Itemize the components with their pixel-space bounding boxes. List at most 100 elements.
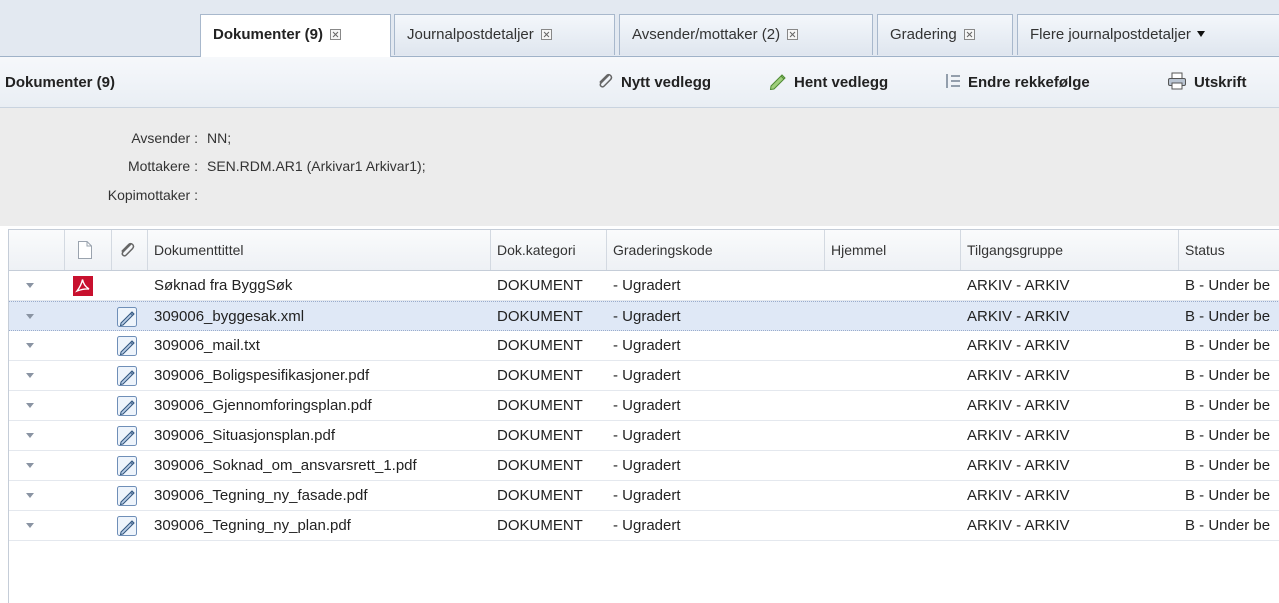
close-icon[interactable] [963,29,975,40]
row-menu-icon[interactable] [26,523,34,528]
document-icon [78,241,92,259]
cell-dokkategori: DOKUMENT [497,397,583,414]
header-dokumenttittel[interactable]: Dokumenttittel [148,230,491,270]
documents-grid: Dokumenttittel Dok.kategori Graderingsko… [8,229,1279,603]
close-icon[interactable] [787,29,799,40]
cell-tilgangsgruppe: ARKIV - ARKIV [967,277,1070,294]
cell-dokkategori: DOKUMENT [497,487,583,504]
cell-graderingskode: - Ugradert [613,457,681,474]
table-row[interactable]: 309006_Boligspesifikasjoner.pdf DOKUMENT -… [9,361,1279,391]
close-icon[interactable] [540,29,552,40]
cell-status: B - Under be [1185,487,1271,504]
header-attachment-col[interactable] [112,230,148,270]
table-row[interactable]: 309006_Tegning_ny_plan.pdf DOKUMENT - Ugra… [9,511,1279,541]
mottakere-value: SEN.RDM.AR1 (Arkivar1 Arkivar1); [207,158,426,174]
cell-status: B - Under be [1185,367,1271,384]
table-row[interactable]: 309006_Situasjonsplan.pdf DOKUMENT - Ugrad… [9,421,1279,451]
cell-hjemmel [825,302,961,331]
table-row[interactable]: Søknad fra ByggSøk DOKUMENT - Ugradert ARKI… [9,271,1279,301]
pdf-icon[interactable] [73,276,93,300]
header-hjemmel[interactable]: Hjemmel [825,230,961,270]
hent-vedlegg-button[interactable]: Hent vedlegg [769,57,888,109]
row-menu-icon[interactable] [26,493,34,498]
cell-dokkategori: DOKUMENT [497,367,583,384]
row-menu-icon[interactable] [26,403,34,408]
cell-tilgangsgruppe: ARKIV - ARKIV [967,457,1070,474]
table-row[interactable]: 309006_byggesak.xml DOKUMENT - Ugradert ARK… [9,301,1279,331]
row-menu-icon[interactable] [26,343,34,348]
tab-dokumenter-label: Dokumenter (9) [213,26,324,43]
attachment-icon[interactable] [117,307,137,331]
paperclip-icon [121,242,135,257]
table-row[interactable]: 309006_Soknad_om_ansvarsrett_1.pdf DOKUME… [9,451,1279,481]
endre-rekkefolge-button[interactable]: Endre rekkefølge [945,57,1090,109]
tab-avsender-mottaker[interactable]: Avsender/mottaker (2) [619,14,873,55]
header-tilgangsgruppe[interactable]: Tilgangsgruppe [961,230,1179,270]
cell-status: B - Under be [1185,427,1271,444]
cell-hjemmel [825,271,961,300]
panel-title: Dokumenter (9) [5,74,116,91]
recipients-info: Avsender : NN; Mottakere : SEN.RDM.AR1 (… [0,108,1279,226]
document-toolbar: Dokumenter (9) Nytt vedlegg Hent vedlegg… [0,57,1279,108]
cell-dokumenttittel: 309006_mail.txt [154,337,260,354]
cell-status: B - Under be [1185,457,1271,474]
cell-hjemmel [825,451,961,480]
cell-graderingskode: - Ugradert [613,517,681,534]
attachment-icon[interactable] [117,516,137,540]
nytt-vedlegg-button[interactable]: Nytt vedlegg [596,57,711,109]
row-menu-icon[interactable] [26,283,34,288]
attachment-icon[interactable] [117,456,137,480]
hent-vedlegg-label: Hent vedlegg [794,74,889,91]
cell-graderingskode: - Ugradert [613,337,681,354]
header-dokkategori[interactable]: Dok.kategori [491,230,607,270]
close-icon[interactable] [330,29,342,40]
cell-graderingskode: - Ugradert [613,427,681,444]
cell-status: B - Under be [1185,397,1271,414]
row-menu-icon[interactable] [26,463,34,468]
endre-rekkefolge-label: Endre rekkefølge [968,74,1090,91]
row-menu-icon[interactable] [26,314,34,319]
cell-graderingskode: - Ugradert [613,367,681,384]
attachment-icon[interactable] [117,396,137,420]
cell-hjemmel [825,481,961,510]
tab-flere-journalpostdetaljer[interactable]: Flere journalpostdetaljer [1017,14,1279,55]
tab-journalpostdetaljer[interactable]: Journalpostdetaljer [394,14,615,55]
grid-header: Dokumenttittel Dok.kategori Graderingsko… [9,230,1279,271]
tab-strip: Dokumenter (9) Journalpostdetaljer Avsen… [0,0,1279,57]
tab-journalpostdetaljer-label: Journalpostdetaljer [407,26,534,43]
cell-graderingskode: - Ugradert [613,397,681,414]
cell-graderingskode: - Ugradert [613,308,681,325]
tab-flere-journalpostdetaljer-label: Flere journalpostdetaljer [1030,26,1191,43]
mottakere-label: Mottakere : [127,158,198,174]
header-document-col[interactable] [65,230,112,270]
attachment-icon[interactable] [117,426,137,450]
tab-gradering[interactable]: Gradering [877,14,1013,55]
row-menu-icon[interactable] [26,433,34,438]
utskrift-button[interactable]: Utskrift [1167,57,1247,109]
table-row[interactable]: 309006_mail.txt DOKUMENT - Ugradert ARKIV -… [9,331,1279,361]
row-menu-icon[interactable] [26,373,34,378]
attachment-icon[interactable] [117,336,137,360]
cell-dokkategori: DOKUMENT [497,427,583,444]
cell-dokumenttittel: 309006_Gjennomforingsplan.pdf [154,397,372,414]
attachment-icon[interactable] [117,366,137,390]
cell-status: B - Under be [1185,308,1271,325]
header-status[interactable]: Status [1179,230,1279,270]
table-row[interactable]: 309006_Gjennomforingsplan.pdf DOKUMENT - U… [9,391,1279,421]
cell-status: B - Under be [1185,337,1271,354]
attachment-icon[interactable] [117,486,137,510]
tab-avsender-mottaker-label: Avsender/mottaker (2) [632,26,781,43]
tab-dokumenter[interactable]: Dokumenter (9) [200,14,391,57]
avsender-label: Avsender : [131,130,198,146]
utskrift-label: Utskrift [1194,74,1247,91]
header-graderingskode[interactable]: Graderingskode [607,230,825,270]
cell-dokkategori: DOKUMENT [497,517,583,534]
chevron-down-icon[interactable] [1196,31,1205,37]
table-row[interactable]: 309006_Tegning_ny_fasade.pdf DOKUMENT - Ug… [9,481,1279,511]
kopimottaker-label: Kopimottaker : [107,187,198,203]
cell-hjemmel [825,391,961,420]
cell-tilgangsgruppe: ARKIV - ARKIV [967,308,1070,325]
cell-tilgangsgruppe: ARKIV - ARKIV [967,367,1070,384]
cell-tilgangsgruppe: ARKIV - ARKIV [967,337,1070,354]
cell-dokkategori: DOKUMENT [497,457,583,474]
